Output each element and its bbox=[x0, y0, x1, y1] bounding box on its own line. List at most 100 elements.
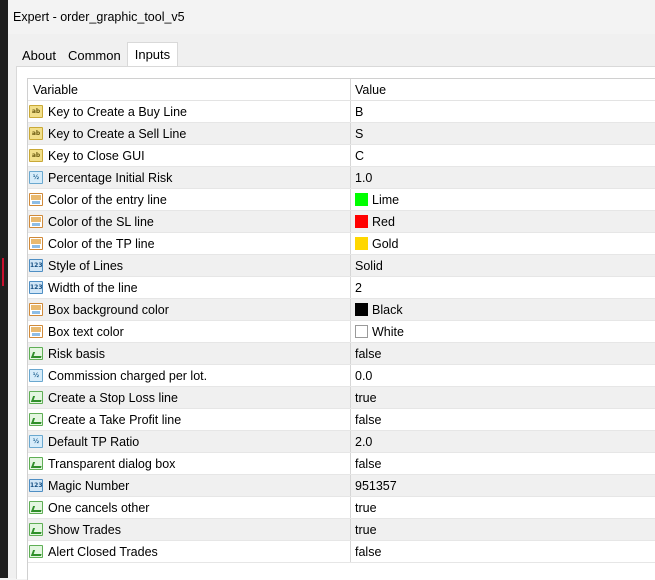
variable-name: Transparent dialog box bbox=[48, 456, 176, 471]
bool-icon bbox=[29, 545, 43, 558]
table-row[interactable]: ab Key to Create a Sell Line S bbox=[28, 123, 655, 145]
column-header-value[interactable]: Value bbox=[351, 79, 655, 100]
bool-icon bbox=[29, 523, 43, 536]
variable-cell: Risk basis bbox=[28, 343, 351, 364]
value-cell[interactable]: White bbox=[351, 321, 655, 342]
value-text: Solid bbox=[355, 258, 383, 273]
variable-name: Key to Create a Buy Line bbox=[48, 104, 187, 119]
value-cell[interactable]: Gold bbox=[351, 233, 655, 254]
value-cell[interactable]: Red bbox=[351, 211, 655, 232]
table-row[interactable]: Create a Take Profit line false bbox=[28, 409, 655, 431]
table-row[interactable]: Color of the TP line Gold bbox=[28, 233, 655, 255]
table-row[interactable]: ab Key to Create a Buy Line B bbox=[28, 101, 655, 123]
table-row[interactable]: 123 Style of Lines Solid bbox=[28, 255, 655, 277]
variable-name: Create a Take Profit line bbox=[48, 412, 182, 427]
variable-name: Alert Closed Trades bbox=[48, 544, 158, 559]
variable-cell: ½ Percentage Initial Risk bbox=[28, 167, 351, 188]
table-row[interactable]: Box background color Black bbox=[28, 299, 655, 321]
table-row[interactable]: 123 Width of the line 2 bbox=[28, 277, 655, 299]
value-text: S bbox=[355, 126, 364, 141]
double-icon: ½ bbox=[29, 369, 43, 382]
bool-icon bbox=[29, 457, 43, 470]
table-row[interactable]: Create a Stop Loss line true bbox=[28, 387, 655, 409]
value-text: false bbox=[355, 456, 382, 471]
value-cell[interactable]: Lime bbox=[351, 189, 655, 210]
variable-cell: ab Key to Create a Buy Line bbox=[28, 101, 351, 122]
value-cell[interactable]: false bbox=[351, 541, 655, 562]
value-cell[interactable]: Black bbox=[351, 299, 655, 320]
variable-cell: 123 Width of the line bbox=[28, 277, 351, 298]
string-icon: ab bbox=[29, 105, 43, 118]
variable-name: Box text color bbox=[48, 324, 124, 339]
tab-about[interactable]: About bbox=[16, 44, 62, 67]
table-row[interactable]: ½ Commission charged per lot. 0.0 bbox=[28, 365, 655, 387]
value-text: B bbox=[355, 104, 364, 119]
table-row[interactable]: Alert Closed Trades false bbox=[28, 541, 655, 563]
variable-name: Default TP Ratio bbox=[48, 434, 140, 449]
background-chart-strip bbox=[0, 0, 8, 578]
table-row[interactable]: Box text color White bbox=[28, 321, 655, 343]
variable-name: Color of the TP line bbox=[48, 236, 155, 251]
value-text: Lime bbox=[372, 192, 400, 207]
value-cell[interactable]: true bbox=[351, 387, 655, 408]
value-cell[interactable]: false bbox=[351, 453, 655, 474]
variable-cell: ½ Default TP Ratio bbox=[28, 431, 351, 452]
value-cell[interactable]: 2 bbox=[351, 277, 655, 298]
variable-name: Key to Close GUI bbox=[48, 148, 145, 163]
color-icon bbox=[29, 303, 43, 316]
value-cell[interactable]: 2.0 bbox=[351, 431, 655, 452]
value-cell[interactable]: false bbox=[351, 343, 655, 364]
tab-common[interactable]: Common bbox=[62, 44, 127, 67]
color-icon bbox=[29, 237, 43, 250]
table-row[interactable]: Color of the SL line Red bbox=[28, 211, 655, 233]
color-swatch bbox=[355, 303, 368, 316]
value-text: Red bbox=[372, 214, 395, 229]
inputs-panel: Variable Value ab Key to Create a Buy Lin… bbox=[16, 66, 655, 580]
value-cell[interactable]: 1.0 bbox=[351, 167, 655, 188]
variable-cell: Color of the TP line bbox=[28, 233, 351, 254]
value-cell[interactable]: true bbox=[351, 497, 655, 518]
value-cell[interactable]: S bbox=[351, 123, 655, 144]
variable-name: Magic Number bbox=[48, 478, 130, 493]
table-row[interactable]: One cancels other true bbox=[28, 497, 655, 519]
variable-name: Style of Lines bbox=[48, 258, 124, 273]
value-cell[interactable]: B bbox=[351, 101, 655, 122]
value-text: false bbox=[355, 346, 382, 361]
variable-name: Commission charged per lot. bbox=[48, 368, 208, 383]
table-row[interactable]: Color of the entry line Lime bbox=[28, 189, 655, 211]
color-swatch bbox=[355, 193, 368, 206]
variable-cell: Box text color bbox=[28, 321, 351, 342]
variable-name: Width of the line bbox=[48, 280, 138, 295]
chart-candle bbox=[2, 258, 4, 286]
value-text: White bbox=[372, 324, 404, 339]
value-text: Gold bbox=[372, 236, 399, 251]
bool-icon bbox=[29, 501, 43, 514]
variable-name: Percentage Initial Risk bbox=[48, 170, 173, 185]
table-row[interactable]: Show Trades true bbox=[28, 519, 655, 541]
table-row[interactable]: ½ Percentage Initial Risk 1.0 bbox=[28, 167, 655, 189]
bool-icon bbox=[29, 391, 43, 404]
color-icon bbox=[29, 325, 43, 338]
tab-inputs[interactable]: Inputs bbox=[126, 42, 179, 67]
value-cell[interactable]: 951357 bbox=[351, 475, 655, 496]
color-swatch bbox=[355, 215, 368, 228]
variable-name: Risk basis bbox=[48, 346, 105, 361]
variable-cell: Show Trades bbox=[28, 519, 351, 540]
double-icon: ½ bbox=[29, 171, 43, 184]
integer-icon: 123 bbox=[29, 479, 43, 492]
table-row[interactable]: Transparent dialog box false bbox=[28, 453, 655, 475]
value-cell[interactable]: C bbox=[351, 145, 655, 166]
table-row[interactable]: ab Key to Close GUI C bbox=[28, 145, 655, 167]
value-text: 0.0 bbox=[355, 368, 373, 383]
value-cell[interactable]: Solid bbox=[351, 255, 655, 276]
table-row[interactable]: ½ Default TP Ratio 2.0 bbox=[28, 431, 655, 453]
variable-cell: Create a Take Profit line bbox=[28, 409, 351, 430]
value-text: false bbox=[355, 544, 382, 559]
value-cell[interactable]: false bbox=[351, 409, 655, 430]
value-cell[interactable]: true bbox=[351, 519, 655, 540]
value-cell[interactable]: 0.0 bbox=[351, 365, 655, 386]
table-row[interactable]: Risk basis false bbox=[28, 343, 655, 365]
variable-name: Color of the entry line bbox=[48, 192, 167, 207]
column-header-variable[interactable]: Variable bbox=[28, 79, 351, 100]
table-row[interactable]: 123 Magic Number 951357 bbox=[28, 475, 655, 497]
